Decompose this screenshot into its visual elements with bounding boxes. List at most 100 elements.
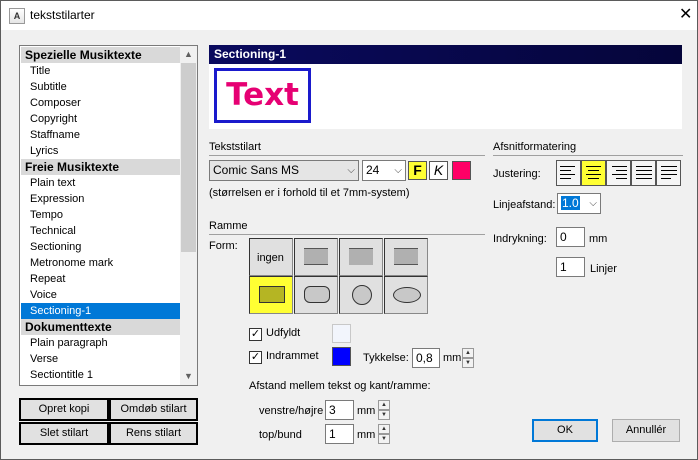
preview-area: Text	[209, 64, 682, 129]
bold-button[interactable]: F	[408, 161, 427, 180]
list-item[interactable]: Title	[21, 63, 180, 79]
list-item[interactable]: Verse	[21, 351, 180, 367]
align-force-justify-button[interactable]	[656, 160, 681, 186]
paragraph-section-divider	[493, 155, 683, 156]
align-center-button[interactable]	[581, 160, 606, 186]
linespacing-value: 1.0	[561, 196, 580, 210]
thickness-spinner[interactable]: ▲ ▼	[462, 348, 474, 368]
align-right-button[interactable]	[606, 160, 631, 186]
italic-button[interactable]: K	[429, 161, 448, 180]
font-family-value: Comic Sans MS	[213, 163, 300, 177]
thickness-label: Tykkelse:	[363, 352, 409, 364]
style-list[interactable]: Sectiontitle 2Sectiontitle 1VersePlain p…	[19, 45, 198, 386]
font-section-divider	[209, 155, 485, 156]
frame-bottom-button[interactable]	[384, 238, 428, 276]
thickness-input[interactable]: 0,8	[412, 348, 440, 368]
font-size-note: (størrelsen er i forhold til et 7mm-syst…	[209, 187, 410, 199]
indent-label: Indrykning:	[493, 233, 547, 245]
tb-unit: mm	[357, 429, 376, 441]
frame-color-swatch[interactable]	[332, 347, 351, 366]
list-item[interactable]: Copyright	[21, 111, 180, 127]
preview-header: Sectioning-1	[209, 45, 682, 64]
list-item[interactable]: Sectiontitle 1	[21, 367, 180, 383]
ok-button[interactable]: OK	[532, 419, 598, 442]
font-size-select[interactable]: 24 ⌵	[362, 160, 406, 181]
font-family-select[interactable]: Comic Sans MS ⌵	[209, 160, 359, 181]
linespacing-label: Linjeafstand:	[493, 199, 556, 211]
frame-shape-icon	[349, 248, 373, 265]
scroll-up-icon[interactable]: ▲	[180, 46, 197, 63]
scrollbar-thumb[interactable]	[181, 63, 196, 252]
list-item[interactable]: Plain text	[21, 175, 180, 191]
lr-label: venstre/højre	[259, 405, 324, 417]
list-scrollbar[interactable]: ▲ ▼	[180, 46, 197, 385]
form-label: Form:	[209, 240, 238, 252]
font-color-swatch[interactable]	[452, 161, 471, 180]
frame-top-bottom-button[interactable]	[294, 238, 338, 276]
list-item[interactable]: Staffname	[21, 127, 180, 143]
list-item[interactable]: Sectioning	[21, 239, 180, 255]
lr-input[interactable]: 3	[325, 400, 354, 420]
rename-button[interactable]: Omdøb stilart	[109, 398, 198, 421]
tb-input[interactable]: 1	[325, 424, 354, 444]
frame-shape-icon	[304, 248, 328, 265]
frame-rounded-button[interactable]	[294, 276, 338, 314]
scroll-down-icon[interactable]: ▼	[180, 368, 197, 385]
list-item[interactable]: Metronome mark	[21, 255, 180, 271]
delete-button[interactable]: Slet stilart	[19, 422, 109, 445]
align-justify-button[interactable]	[631, 160, 656, 186]
list-item[interactable]: Plain paragraph	[21, 335, 180, 351]
framed-checkbox[interactable]: ✓	[249, 351, 262, 364]
lr-unit: mm	[357, 405, 376, 417]
framed-label: Indrammet	[266, 350, 319, 362]
fill-color-swatch[interactable]	[332, 324, 351, 343]
justify-label: Justering:	[493, 168, 541, 180]
title-bar: A tekststilarter	[1, 1, 697, 30]
close-icon[interactable]: ✕	[679, 7, 692, 23]
window-title: tekststilarter	[30, 8, 95, 22]
list-item[interactable]: Subtitle	[21, 79, 180, 95]
lines-unit: Linjer	[590, 263, 617, 275]
frame-ellipse-button[interactable]	[384, 276, 428, 314]
frame-none-button[interactable]: ingen	[249, 238, 293, 276]
paragraph-section-label: Afsnitformatering	[493, 141, 577, 153]
thickness-unit: mm	[443, 352, 462, 364]
tb-spinner[interactable]: ▲ ▼	[378, 424, 390, 444]
indent-input[interactable]: 0	[556, 227, 585, 247]
filled-checkbox[interactable]: ✓	[249, 328, 262, 341]
list-item[interactable]: Lyrics	[21, 143, 180, 159]
cancel-button[interactable]: Annullér	[612, 419, 680, 442]
preview-sample-text: Text	[214, 68, 311, 123]
chevron-down-icon: ⌵	[394, 165, 402, 176]
list-item[interactable]: Sectioning-1	[21, 303, 180, 319]
clean-button[interactable]: Rens stilart	[109, 422, 198, 445]
create-copy-button[interactable]: Opret kopi	[19, 398, 109, 421]
list-group-header: Freie Musiktexte	[21, 159, 180, 175]
frame-rectangle-button[interactable]	[249, 276, 293, 314]
list-item[interactable]: Expression	[21, 191, 180, 207]
rounded-rectangle-icon	[304, 286, 330, 303]
ellipse-icon	[393, 287, 421, 303]
list-item[interactable]: Repeat	[21, 271, 180, 287]
frame-section-divider	[209, 234, 485, 235]
frame-circle-button[interactable]	[339, 276, 383, 314]
frame-shape-icon	[394, 248, 418, 265]
frame-top-button[interactable]	[339, 238, 383, 276]
list-item[interactable]: Composer	[21, 95, 180, 111]
lr-spinner[interactable]: ▲ ▼	[378, 400, 390, 420]
list-item[interactable]: Voice	[21, 287, 180, 303]
chevron-down-icon: ⌵	[347, 165, 355, 176]
list-group-header: Dokumenttexte	[21, 319, 180, 335]
list-group-header: Spezielle Musiktexte	[21, 47, 180, 63]
list-item[interactable]: Tempo	[21, 207, 180, 223]
font-section-label: Tekststilart	[209, 141, 261, 153]
filled-label: Udfyldt	[266, 327, 301, 339]
list-item[interactable]: Technical	[21, 223, 180, 239]
rectangle-icon	[259, 286, 285, 303]
list-item[interactable]: Sectiontitle 2	[21, 383, 180, 385]
linespacing-select[interactable]: 1.0 ⌵	[557, 193, 601, 214]
dialog-window: A tekststilarter ✕ Sectiontitle 2Section…	[0, 0, 698, 460]
align-left-button[interactable]	[556, 160, 581, 186]
lines-input[interactable]: 1	[556, 257, 585, 277]
distance-label: Afstand mellem tekst og kant/ramme:	[249, 380, 431, 392]
